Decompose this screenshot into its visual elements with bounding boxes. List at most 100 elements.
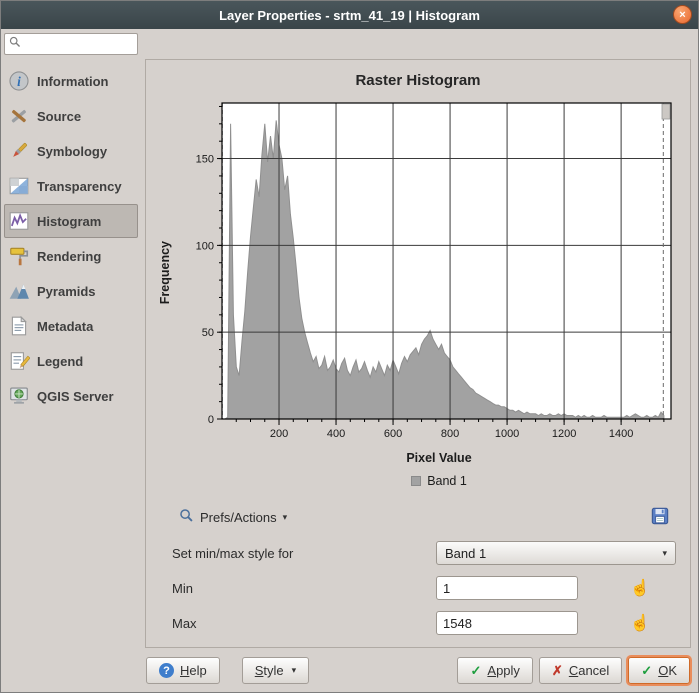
help-label: Help — [180, 663, 207, 678]
sidebar-item-label: QGIS Server — [37, 389, 114, 404]
sidebar-search[interactable] — [4, 33, 138, 55]
chart-legend: Band 1 — [369, 474, 467, 488]
histogram-panel: Raster Histogram Frequency 200 400 600 800 1… — [145, 59, 691, 648]
sidebar-item-metadata[interactable]: Metadata — [4, 309, 138, 343]
min-row: Min ☝ — [172, 576, 676, 600]
sidebar-nav: i Information Source Symbology Transparency H… — [4, 64, 138, 413]
save-histogram-button[interactable] — [646, 504, 674, 530]
window-title: Layer Properties - srtm_41_19 | Histogra… — [219, 8, 480, 23]
svg-text:100: 100 — [195, 240, 213, 252]
band-select[interactable]: Band 1 ▾ — [436, 541, 676, 565]
help-button[interactable]: ? Help — [146, 657, 220, 684]
min-input[interactable] — [436, 576, 578, 600]
sidebar-item-label: Source — [37, 109, 81, 124]
chart-block: Frequency 200 400 600 800 1000 1200 1400 0 50 100… — [158, 97, 679, 449]
sidebar-item-histogram[interactable]: Histogram — [4, 204, 138, 238]
x-axis-label: Pixel Value — [364, 451, 471, 465]
svg-text:200: 200 — [269, 428, 287, 440]
svg-text:50: 50 — [201, 327, 213, 339]
sidebar-item-legend[interactable]: Legend — [4, 344, 138, 378]
svg-text:1200: 1200 — [551, 428, 575, 440]
prefs-actions-button[interactable]: Prefs/Actions ▾ — [172, 504, 294, 530]
rendering-icon — [8, 245, 30, 267]
sidebar-item-source[interactable]: Source — [4, 99, 138, 133]
histogram-icon — [8, 210, 30, 232]
help-icon: ? — [159, 663, 174, 678]
band-select-row: Set min/max style for Band 1 ▾ — [172, 541, 676, 565]
band-select-value: Band 1 — [445, 546, 486, 561]
chevron-down-icon: ▾ — [662, 548, 667, 559]
y-axis-label: Frequency — [158, 241, 172, 304]
pick-min-hand-icon[interactable]: ☝ — [630, 578, 650, 598]
sidebar-item-information[interactable]: i Information — [4, 64, 138, 98]
sidebar-item-label: Histogram — [37, 214, 101, 229]
pick-max-hand-icon[interactable]: ☝ — [630, 613, 650, 633]
sidebar-item-label: Rendering — [37, 249, 101, 264]
ok-label: OK — [658, 663, 677, 678]
legend-icon — [8, 350, 30, 372]
source-icon — [8, 105, 30, 127]
sidebar-item-label: Metadata — [37, 319, 93, 334]
search-icon — [9, 35, 21, 53]
cancel-button[interactable]: ✗ Cancel — [539, 657, 622, 684]
search-input[interactable] — [25, 36, 133, 52]
svg-text:800: 800 — [440, 428, 458, 440]
svg-text:600: 600 — [383, 428, 401, 440]
sidebar-item-label: Legend — [37, 354, 83, 369]
info-icon: i — [8, 70, 30, 92]
svg-text:1000: 1000 — [494, 428, 518, 440]
sidebar-item-label: Symbology — [37, 144, 107, 159]
sidebar: i Information Source Symbology Transparency H… — [1, 29, 141, 693]
prefs-row: Prefs/Actions ▾ — [172, 504, 676, 530]
sidebar-item-label: Information — [37, 74, 109, 89]
qgis-server-icon — [8, 385, 30, 407]
symbology-icon — [8, 140, 30, 162]
dialog-buttons: ? Help Style ▾ ✓ Apply ✗ Cancel ✓ — [145, 648, 691, 693]
legend-swatch — [411, 476, 421, 486]
check-icon: ✓ — [470, 663, 481, 679]
max-row: Max ☝ — [172, 611, 676, 635]
prefs-actions-label: Prefs/Actions — [200, 510, 277, 525]
titlebar[interactable]: Layer Properties - srtm_41_19 | Histogra… — [1, 1, 698, 29]
chevron-down-icon: ▾ — [292, 665, 297, 676]
svg-text:i: i — [17, 74, 21, 89]
sidebar-item-pyramids[interactable]: Pyramids — [4, 274, 138, 308]
sidebar-item-label: Transparency — [37, 179, 122, 194]
style-label: Style — [255, 663, 284, 678]
legend-label: Band 1 — [427, 474, 467, 488]
cancel-label: Cancel — [569, 663, 609, 678]
transparency-icon — [8, 175, 30, 197]
chevron-down-icon: ▾ — [283, 512, 288, 523]
check-icon: ✓ — [641, 663, 652, 679]
sidebar-item-qgis-server[interactable]: QGIS Server — [4, 379, 138, 413]
ok-button[interactable]: ✓ OK — [628, 657, 690, 684]
close-button[interactable]: × — [673, 5, 692, 24]
close-icon: × — [679, 9, 685, 21]
svg-text:150: 150 — [195, 154, 213, 166]
svg-text:1400: 1400 — [608, 428, 632, 440]
metadata-icon — [8, 315, 30, 337]
minmax-controls: Prefs/Actions ▾ Set min/max style for — [152, 488, 684, 635]
sidebar-item-symbology[interactable]: Symbology — [4, 134, 138, 168]
svg-text:0: 0 — [207, 414, 213, 426]
max-input[interactable] — [436, 611, 578, 635]
dialog-body: i Information Source Symbology Transparency H… — [1, 29, 698, 693]
set-minmax-label: Set min/max style for — [172, 546, 293, 561]
sidebar-item-rendering[interactable]: Rendering — [4, 239, 138, 273]
sidebar-item-label: Pyramids — [37, 284, 96, 299]
save-icon — [651, 507, 669, 528]
histogram-chart[interactable]: 200 400 600 800 1000 1200 1400 0 50 100 150 — [174, 97, 679, 449]
pyramids-icon — [8, 280, 30, 302]
max-label: Max — [172, 616, 197, 631]
layer-properties-window: Layer Properties - srtm_41_19 | Histogra… — [0, 0, 699, 693]
sidebar-item-transparency[interactable]: Transparency — [4, 169, 138, 203]
x-icon: ✗ — [552, 663, 563, 679]
magnifier-icon — [179, 508, 194, 526]
apply-label: Apply — [487, 663, 520, 678]
svg-text:400: 400 — [326, 428, 344, 440]
main-column: Raster Histogram Frequency 200 400 600 800 1… — [141, 29, 698, 693]
apply-button[interactable]: ✓ Apply — [457, 657, 532, 684]
style-button[interactable]: Style ▾ — [242, 657, 309, 684]
chart-title: Raster Histogram — [355, 72, 480, 89]
min-label: Min — [172, 581, 193, 596]
